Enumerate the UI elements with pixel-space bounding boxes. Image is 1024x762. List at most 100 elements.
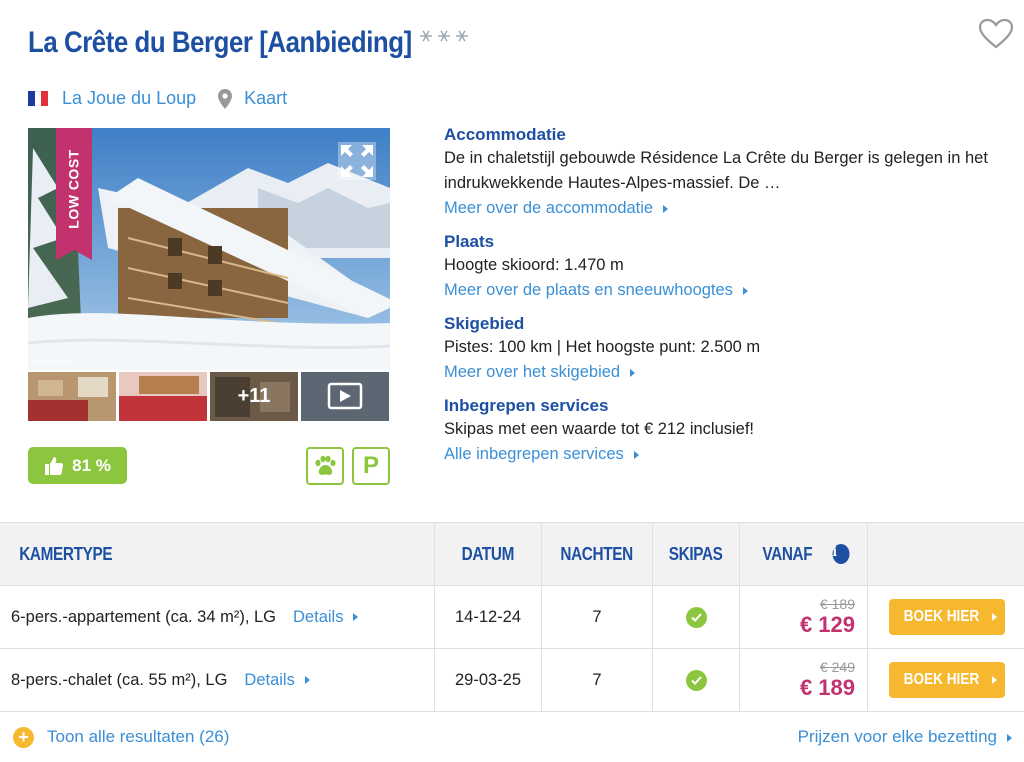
col-date: DATUM — [435, 523, 542, 585]
thumbnail-2[interactable] — [119, 372, 207, 421]
table-footer: + Toon alle resultaten (26) Prijzen voor… — [0, 712, 1024, 762]
rating-value: 81 % — [72, 455, 111, 475]
col-skipass: SKIPAS — [653, 523, 740, 585]
link-label: Meer over het skigebied — [444, 363, 621, 381]
photo-copyright: © Actisource — [32, 359, 72, 366]
details-label: Details — [293, 607, 344, 626]
thumbnail-3[interactable]: +11 — [210, 372, 298, 421]
section-text: Pistes: 100 km | Het hoogste punt: 2.500… — [444, 338, 761, 356]
expand-icon[interactable] — [338, 142, 376, 180]
info-icon[interactable]: i — [832, 544, 850, 564]
book-label: BOEK HIER — [903, 608, 980, 625]
book-button[interactable]: BOEK HIER — [889, 599, 1005, 635]
col-label: DATUM — [461, 543, 515, 564]
thumbnail-video[interactable] — [301, 372, 389, 421]
section-text: Hoogte skioord: 1.470 m — [444, 256, 624, 274]
table-header: KAMERTYPE DATUM NACHTEN SKIPAS VANAF i — [0, 523, 1024, 586]
star-rating — [418, 28, 470, 49]
thumbnail-strip: +11 — [28, 372, 389, 421]
caret-right-icon — [633, 450, 639, 459]
nights-cell: 7 — [542, 649, 653, 711]
low-cost-badge: LOW COST — [56, 128, 92, 250]
page-title: La Crête du Berger [Aanbieding] — [28, 26, 412, 59]
details-link[interactable]: Details — [244, 670, 310, 690]
paw-icon — [315, 455, 336, 475]
col-label: NACHTEN — [560, 543, 634, 564]
show-all-label: Toon alle resultaten (26) — [47, 727, 230, 746]
skipass-cell — [653, 649, 740, 711]
info-sections: Accommodatie De in chaletstijl gebouwde … — [444, 124, 1004, 477]
thumbnail-1[interactable] — [28, 372, 116, 421]
caret-right-icon — [353, 613, 359, 622]
room-name: 6-pers.-appartement (ca. 34 m²), LG — [11, 607, 277, 626]
caret-right-icon — [991, 676, 997, 684]
price-cell: € 249 € 189 — [740, 649, 868, 711]
stars-icon — [420, 30, 469, 42]
nights-cell: 7 — [542, 586, 653, 648]
caret-right-icon — [304, 676, 310, 685]
section-title: Accommodatie — [444, 125, 566, 144]
all-services-link[interactable]: Alle inbegrepen services — [444, 442, 639, 467]
thumbnail-image — [119, 372, 207, 421]
more-photos-count: +11 — [237, 385, 271, 407]
section-services: Inbegrepen services Skipas met een waard… — [444, 395, 1004, 467]
col-label: SKIPAS — [669, 543, 723, 564]
old-price: € 249 — [819, 659, 855, 675]
check-icon — [685, 669, 707, 691]
room-name: 8-pers.-chalet (ca. 55 m²), LG — [11, 670, 228, 689]
action-cell: BOEK HIER — [868, 649, 1024, 711]
section-accommodation: Accommodatie De in chaletstijl gebouwde … — [444, 124, 1004, 221]
caret-right-icon — [663, 204, 669, 213]
room-cell: 6-pers.-appartement (ca. 34 m²), LG Deta… — [0, 586, 435, 648]
link-label: Alle inbegrepen services — [444, 445, 624, 463]
price: € 129 — [799, 612, 855, 637]
title-row: La Crête du Berger [Aanbieding] — [28, 26, 470, 60]
prices-per-occupancy-link[interactable]: Prijzen voor elke bezetting — [798, 727, 1012, 747]
heart-outline-icon[interactable] — [978, 18, 1014, 50]
thumbnail-image — [28, 372, 116, 421]
caret-right-icon — [991, 613, 997, 621]
details-label: Details — [244, 670, 295, 689]
section-ski-area: Skigebied Pistes: 100 km | Het hoogste p… — [444, 313, 1004, 385]
more-accommodation-link[interactable]: Meer over de accommodatie — [444, 196, 669, 221]
thumbs-up-icon — [45, 456, 64, 475]
play-video-icon — [301, 372, 389, 421]
col-roomtype: KAMERTYPE — [0, 523, 435, 585]
resort-link[interactable]: La Joue du Loup — [62, 88, 196, 109]
more-place-link[interactable]: Meer over de plaats en sneeuwhoogtes — [444, 278, 748, 303]
map-link[interactable]: Kaart — [244, 88, 287, 109]
caret-right-icon — [742, 286, 748, 295]
section-title: Inbegrepen services — [444, 396, 609, 415]
price-cell: € 189 € 129 — [740, 586, 868, 648]
col-nights: NACHTEN — [542, 523, 653, 585]
details-link[interactable]: Details — [293, 607, 359, 627]
room-cell: 8-pers.-chalet (ca. 55 m²), LG Details — [0, 649, 435, 711]
section-place: Plaats Hoogte skioord: 1.470 m Meer over… — [444, 231, 1004, 303]
section-text: De in chaletstijl gebouwde Résidence La … — [444, 149, 988, 192]
table-row: 8-pers.-chalet (ca. 55 m²), LG Details 2… — [0, 649, 1024, 712]
section-title: Plaats — [444, 232, 495, 251]
col-action — [868, 523, 1024, 585]
link-label: Meer over de accommodatie — [444, 199, 654, 217]
caret-right-icon — [630, 368, 636, 377]
price: € 189 — [799, 675, 855, 700]
table-row: 6-pers.-appartement (ca. 34 m²), LG Deta… — [0, 586, 1024, 649]
link-label: Meer over de plaats en sneeuwhoogtes — [444, 281, 733, 299]
badge-notch — [56, 250, 92, 260]
prices-link-label: Prijzen voor elke bezetting — [797, 727, 997, 746]
show-all-results-link[interactable]: + Toon alle resultaten (26) — [13, 726, 230, 748]
offers-table: KAMERTYPE DATUM NACHTEN SKIPAS VANAF i 6-… — [0, 522, 1024, 712]
more-ski-area-link[interactable]: Meer over het skigebied — [444, 360, 636, 385]
book-button[interactable]: BOEK HIER — [889, 662, 1005, 698]
date-cell: 14-12-24 — [435, 586, 542, 648]
location-row: La Joue du Loup Kaart — [28, 88, 287, 109]
book-label: BOEK HIER — [903, 671, 980, 688]
action-cell: BOEK HIER — [868, 586, 1024, 648]
check-icon — [685, 606, 707, 628]
map-pin-icon[interactable] — [218, 88, 233, 109]
col-label: VANAF — [762, 543, 813, 564]
section-text: Skipas met een waarde tot € 212 inclusie… — [444, 420, 755, 438]
skipass-cell — [653, 586, 740, 648]
date-cell: 29-03-25 — [435, 649, 542, 711]
plus-icon: + — [13, 726, 34, 748]
